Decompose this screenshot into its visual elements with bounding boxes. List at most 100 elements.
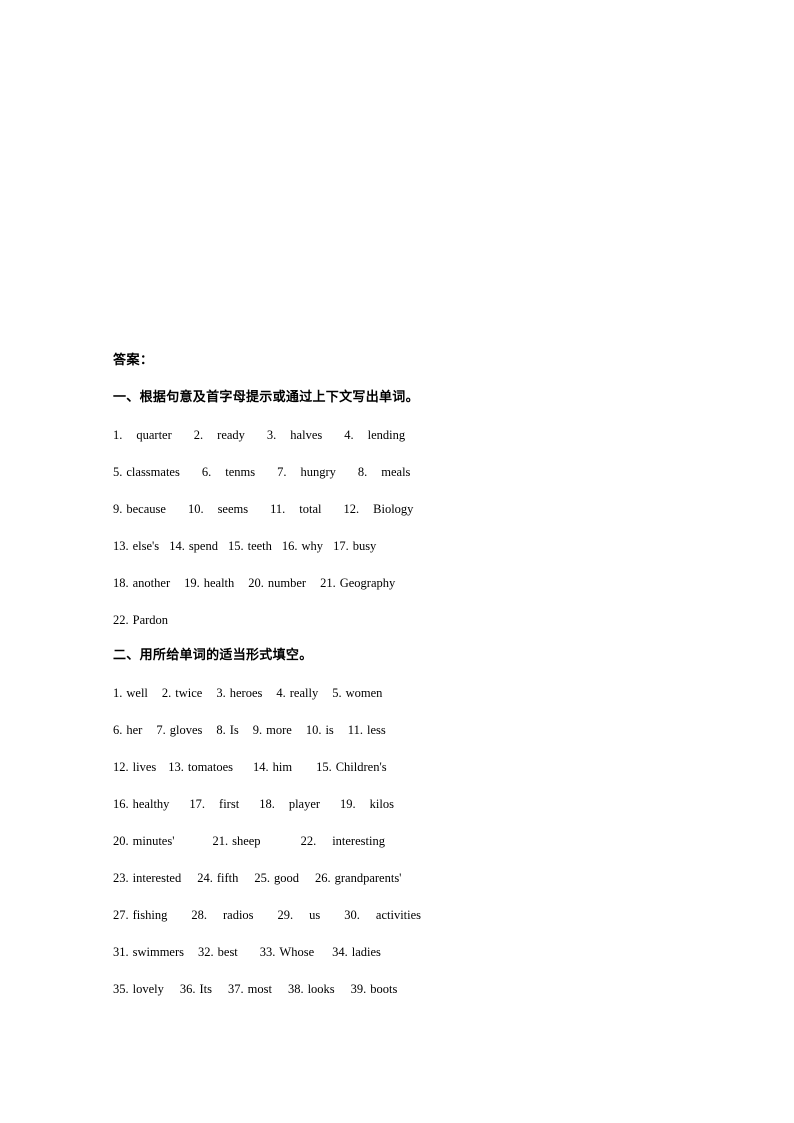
answer-item: 9. because	[113, 500, 166, 518]
answer-word: else's	[132, 539, 160, 553]
answer-number: 8.	[357, 465, 368, 479]
answer-item: 22. Pardon	[113, 611, 168, 629]
answer-word: ready	[217, 428, 245, 442]
answer-number: 16.	[281, 539, 298, 553]
answer-word: radios	[222, 908, 254, 922]
answer-item: 36. Its	[180, 980, 212, 998]
answer-number: 22.	[113, 613, 129, 627]
answer-line: 12. lives 13. tomatoes 14. him 15. Children's	[113, 758, 693, 776]
answer-word: halves	[290, 428, 323, 442]
answer-item: 11. less	[348, 721, 386, 739]
answer-item: 6. tenms	[202, 463, 255, 481]
answer-word: meals	[381, 465, 411, 479]
answer-item: 22. interesting	[301, 832, 385, 850]
answer-number: 15.	[227, 539, 244, 553]
answer-word: tomatoes	[187, 760, 233, 774]
answer-item: 15. Children's	[316, 758, 387, 776]
answer-number: 3.	[216, 686, 226, 700]
answer-number: 14.	[169, 539, 185, 553]
answer-item: 12. lives	[113, 758, 156, 776]
answer-number: 7.	[156, 723, 166, 737]
answer-word: Whose	[279, 945, 315, 959]
answer-item: 4. lending	[344, 426, 405, 444]
answer-item: 30. activities	[344, 906, 421, 924]
answer-number: 36.	[179, 982, 196, 996]
answer-item: 7. hungry	[277, 463, 336, 481]
answer-item: 3. halves	[267, 426, 322, 444]
answer-number: 6.	[201, 465, 212, 479]
answer-item: 1. well	[113, 684, 148, 702]
answer-section: 二、用所给单词的适当形式填空。 1. well 2. twice 3. heroes 4. re…	[113, 647, 693, 998]
answer-number: 25.	[254, 871, 270, 885]
answer-line: 23. interested 24. fifth 25. good 26. grandpare…	[113, 869, 693, 887]
answer-item: 33. Whose	[260, 943, 314, 961]
answer-number: 17.	[189, 797, 206, 811]
answer-word: less	[366, 723, 386, 737]
answer-word: best	[217, 945, 238, 959]
answer-number: 8.	[216, 723, 226, 737]
answer-item: 6. her	[113, 721, 142, 739]
answer-number: 19.	[184, 576, 200, 590]
answer-number: 5.	[332, 686, 342, 700]
answer-word: Children's	[335, 760, 387, 774]
answer-word: interested	[132, 871, 182, 885]
answer-word: ladies	[351, 945, 381, 959]
answer-number: 1.	[113, 428, 123, 442]
answer-number: 20.	[113, 834, 129, 848]
answer-number: 38.	[287, 982, 304, 996]
answer-number: 31.	[113, 945, 129, 959]
answer-number: 19.	[340, 797, 356, 811]
answer-number: 29.	[277, 908, 294, 922]
answer-item: 27. fishing	[113, 906, 167, 924]
answer-number: 17.	[333, 539, 349, 553]
answer-number: 12.	[113, 760, 129, 774]
answer-word: activities	[375, 908, 422, 922]
answer-number: 2.	[193, 428, 204, 442]
answer-item: 8. meals	[358, 463, 411, 481]
answer-number: 27.	[113, 908, 129, 922]
answer-item: 21. Geography	[320, 574, 395, 592]
answer-number: 5.	[113, 465, 123, 479]
answer-item: 31. swimmers	[113, 943, 184, 961]
answer-word: why	[301, 539, 324, 553]
answer-line: 1. well 2. twice 3. heroes 4. really 5. women	[113, 684, 693, 702]
answer-line: 1. quarter 2. ready 3. halves 4. lending	[113, 426, 693, 444]
answer-word: spend	[188, 539, 218, 553]
answer-word: Its	[199, 982, 213, 996]
answer-item: 20. minutes'	[113, 832, 174, 850]
answer-number: 21.	[212, 834, 229, 848]
answer-word: twice	[175, 686, 203, 700]
answer-number: 10.	[305, 723, 322, 737]
answer-word: sheep	[232, 834, 261, 848]
answer-number: 4.	[344, 428, 354, 442]
answer-item: 10. is	[306, 721, 334, 739]
answer-word: fifth	[216, 871, 239, 885]
answer-word: first	[219, 797, 240, 811]
answer-item: 5. classmates	[113, 463, 180, 481]
answer-number: 16.	[113, 797, 129, 811]
answer-key-content: 答案： 一、根据句意及首字母提示或通过上下文写出单词。 1. quarter 2. re…	[113, 352, 693, 998]
answer-line: 27. fishing 28. radios 29. us 30. activities	[113, 906, 693, 924]
answer-item: 12. Biology	[344, 500, 414, 518]
answer-item: 10. seems	[188, 500, 248, 518]
answer-item: 29. us	[278, 906, 321, 924]
answer-number: 35.	[113, 982, 129, 996]
answer-number: 26.	[315, 871, 331, 885]
answer-line: 31. swimmers 32. best 33. Whose 34. ladies	[113, 943, 693, 961]
answer-word: Pardon	[132, 613, 169, 627]
answer-item: 14. him	[253, 758, 292, 776]
answer-number: 32.	[198, 945, 214, 959]
answer-word: women	[345, 686, 383, 700]
answer-number: 10.	[187, 502, 204, 516]
answer-line: 13. else's 14. spend 15. teeth 16. why 17. busy	[113, 537, 693, 555]
answer-word: grandparents'	[334, 871, 402, 885]
answer-number: 9.	[252, 723, 263, 737]
answer-item: 28. radios	[191, 906, 253, 924]
answer-line: 16. healthy 17. first 18. player 19. kilos	[113, 795, 693, 813]
answer-item: 39. boots	[351, 980, 398, 998]
answer-number: 20.	[248, 576, 264, 590]
answer-item: 13. else's	[113, 537, 159, 555]
answer-word: her	[126, 723, 143, 737]
answer-word: another	[132, 576, 171, 590]
answer-item: 4. really	[276, 684, 318, 702]
